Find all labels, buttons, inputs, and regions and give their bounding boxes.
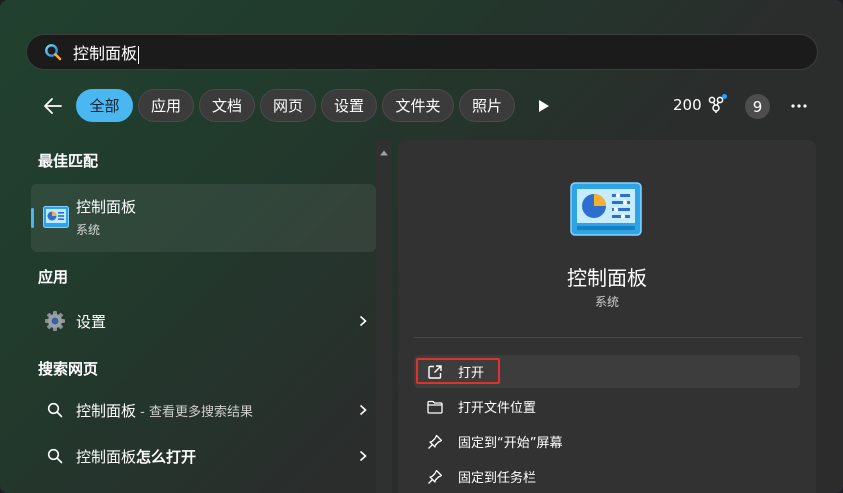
open-action[interactable]: 打开 xyxy=(414,355,800,388)
open-external-icon xyxy=(426,363,444,381)
start-search-window: 控制面板 全部 应用 文档 网页 设置 文件夹 照片 200 9 最佳匹配 控制… xyxy=(0,0,843,493)
chevron-right-icon xyxy=(356,403,370,417)
app-item-label: 设置 xyxy=(76,312,107,331)
settings-gear-icon xyxy=(44,310,66,332)
pin-to-start-action[interactable]: 固定到“开始”屏幕 xyxy=(414,425,800,458)
trophy-icon xyxy=(708,94,727,114)
chevron-right-icon xyxy=(356,449,370,463)
pin-icon xyxy=(426,433,444,451)
notification-dot xyxy=(721,94,727,99)
filter-bar: 全部 应用 文档 网页 设置 文件夹 照片 200 9 xyxy=(0,88,843,124)
ellipsis-icon xyxy=(791,104,807,108)
rewards-points[interactable]: 200 xyxy=(673,94,727,114)
action-label: 固定到“开始”屏幕 xyxy=(458,436,563,451)
search-icon xyxy=(43,42,63,62)
pin-icon xyxy=(426,468,444,486)
arrow-left-icon xyxy=(44,98,62,114)
results-scrollbar[interactable] xyxy=(376,140,392,493)
best-match-header: 最佳匹配 xyxy=(38,152,99,170)
tab-folders[interactable]: 文件夹 xyxy=(382,89,454,122)
web-result-label: 控制面板 - 查看更多搜索结果 xyxy=(76,401,253,420)
action-label: 固定到任务栏 xyxy=(458,471,537,486)
best-match-title: 控制面板 xyxy=(76,198,137,216)
web-result-item[interactable]: 控制面板 - 查看更多搜索结果 xyxy=(30,390,376,430)
web-result-label: 控制面板怎么打开 xyxy=(76,447,197,466)
tab-photos[interactable]: 照片 xyxy=(459,89,515,122)
pin-to-taskbar-action[interactable]: 固定到任务栏 xyxy=(414,460,800,493)
more-options-button[interactable] xyxy=(786,94,812,118)
folder-icon xyxy=(426,398,444,416)
web-result-item[interactable]: 控制面板怎么打开 xyxy=(30,436,376,476)
open-file-location-action[interactable]: 打开文件位置 xyxy=(414,390,800,423)
tab-settings[interactable]: 设置 xyxy=(321,89,377,122)
best-match-subtitle: 系统 xyxy=(76,223,101,237)
search-box[interactable]: 控制面板 xyxy=(26,34,818,70)
chevron-right-icon xyxy=(356,314,370,328)
more-filters-button[interactable] xyxy=(533,95,555,117)
play-icon xyxy=(539,100,549,112)
avatar[interactable]: 9 xyxy=(745,94,770,119)
points-value: 200 xyxy=(673,96,702,114)
best-match-item[interactable]: 控制面板 系统 xyxy=(31,184,376,252)
app-item-settings[interactable]: 设置 xyxy=(30,301,376,341)
tab-all[interactable]: 全部 xyxy=(76,89,133,122)
back-button[interactable] xyxy=(38,92,68,120)
divider xyxy=(414,337,802,338)
action-label: 打开文件位置 xyxy=(458,401,537,416)
detail-title: 控制面板 xyxy=(567,266,647,290)
tab-apps[interactable]: 应用 xyxy=(138,89,194,122)
control-panel-icon xyxy=(43,206,69,232)
detail-panel: 控制面板 系统 打开 打开文件位置 固定到“开始”屏幕 固定到任务栏 xyxy=(398,140,816,493)
action-label: 打开 xyxy=(458,366,485,381)
text-caret xyxy=(138,45,140,64)
detail-subtitle: 系统 xyxy=(594,295,619,309)
apps-header: 应用 xyxy=(38,268,69,286)
search-icon xyxy=(44,399,66,421)
scroll-up-arrow-icon[interactable] xyxy=(379,142,389,161)
results-list: 最佳匹配 控制面板 系统 应用 设置 搜索网页 控制面板 - 查看更多搜索结果 … xyxy=(30,140,376,493)
tab-web[interactable]: 网页 xyxy=(260,89,316,122)
tab-documents[interactable]: 文档 xyxy=(199,89,255,122)
web-search-header: 搜索网页 xyxy=(38,360,99,378)
control-panel-icon xyxy=(570,182,642,240)
selection-indicator xyxy=(31,208,34,228)
search-input[interactable]: 控制面板 xyxy=(73,40,140,64)
search-icon xyxy=(44,445,66,467)
